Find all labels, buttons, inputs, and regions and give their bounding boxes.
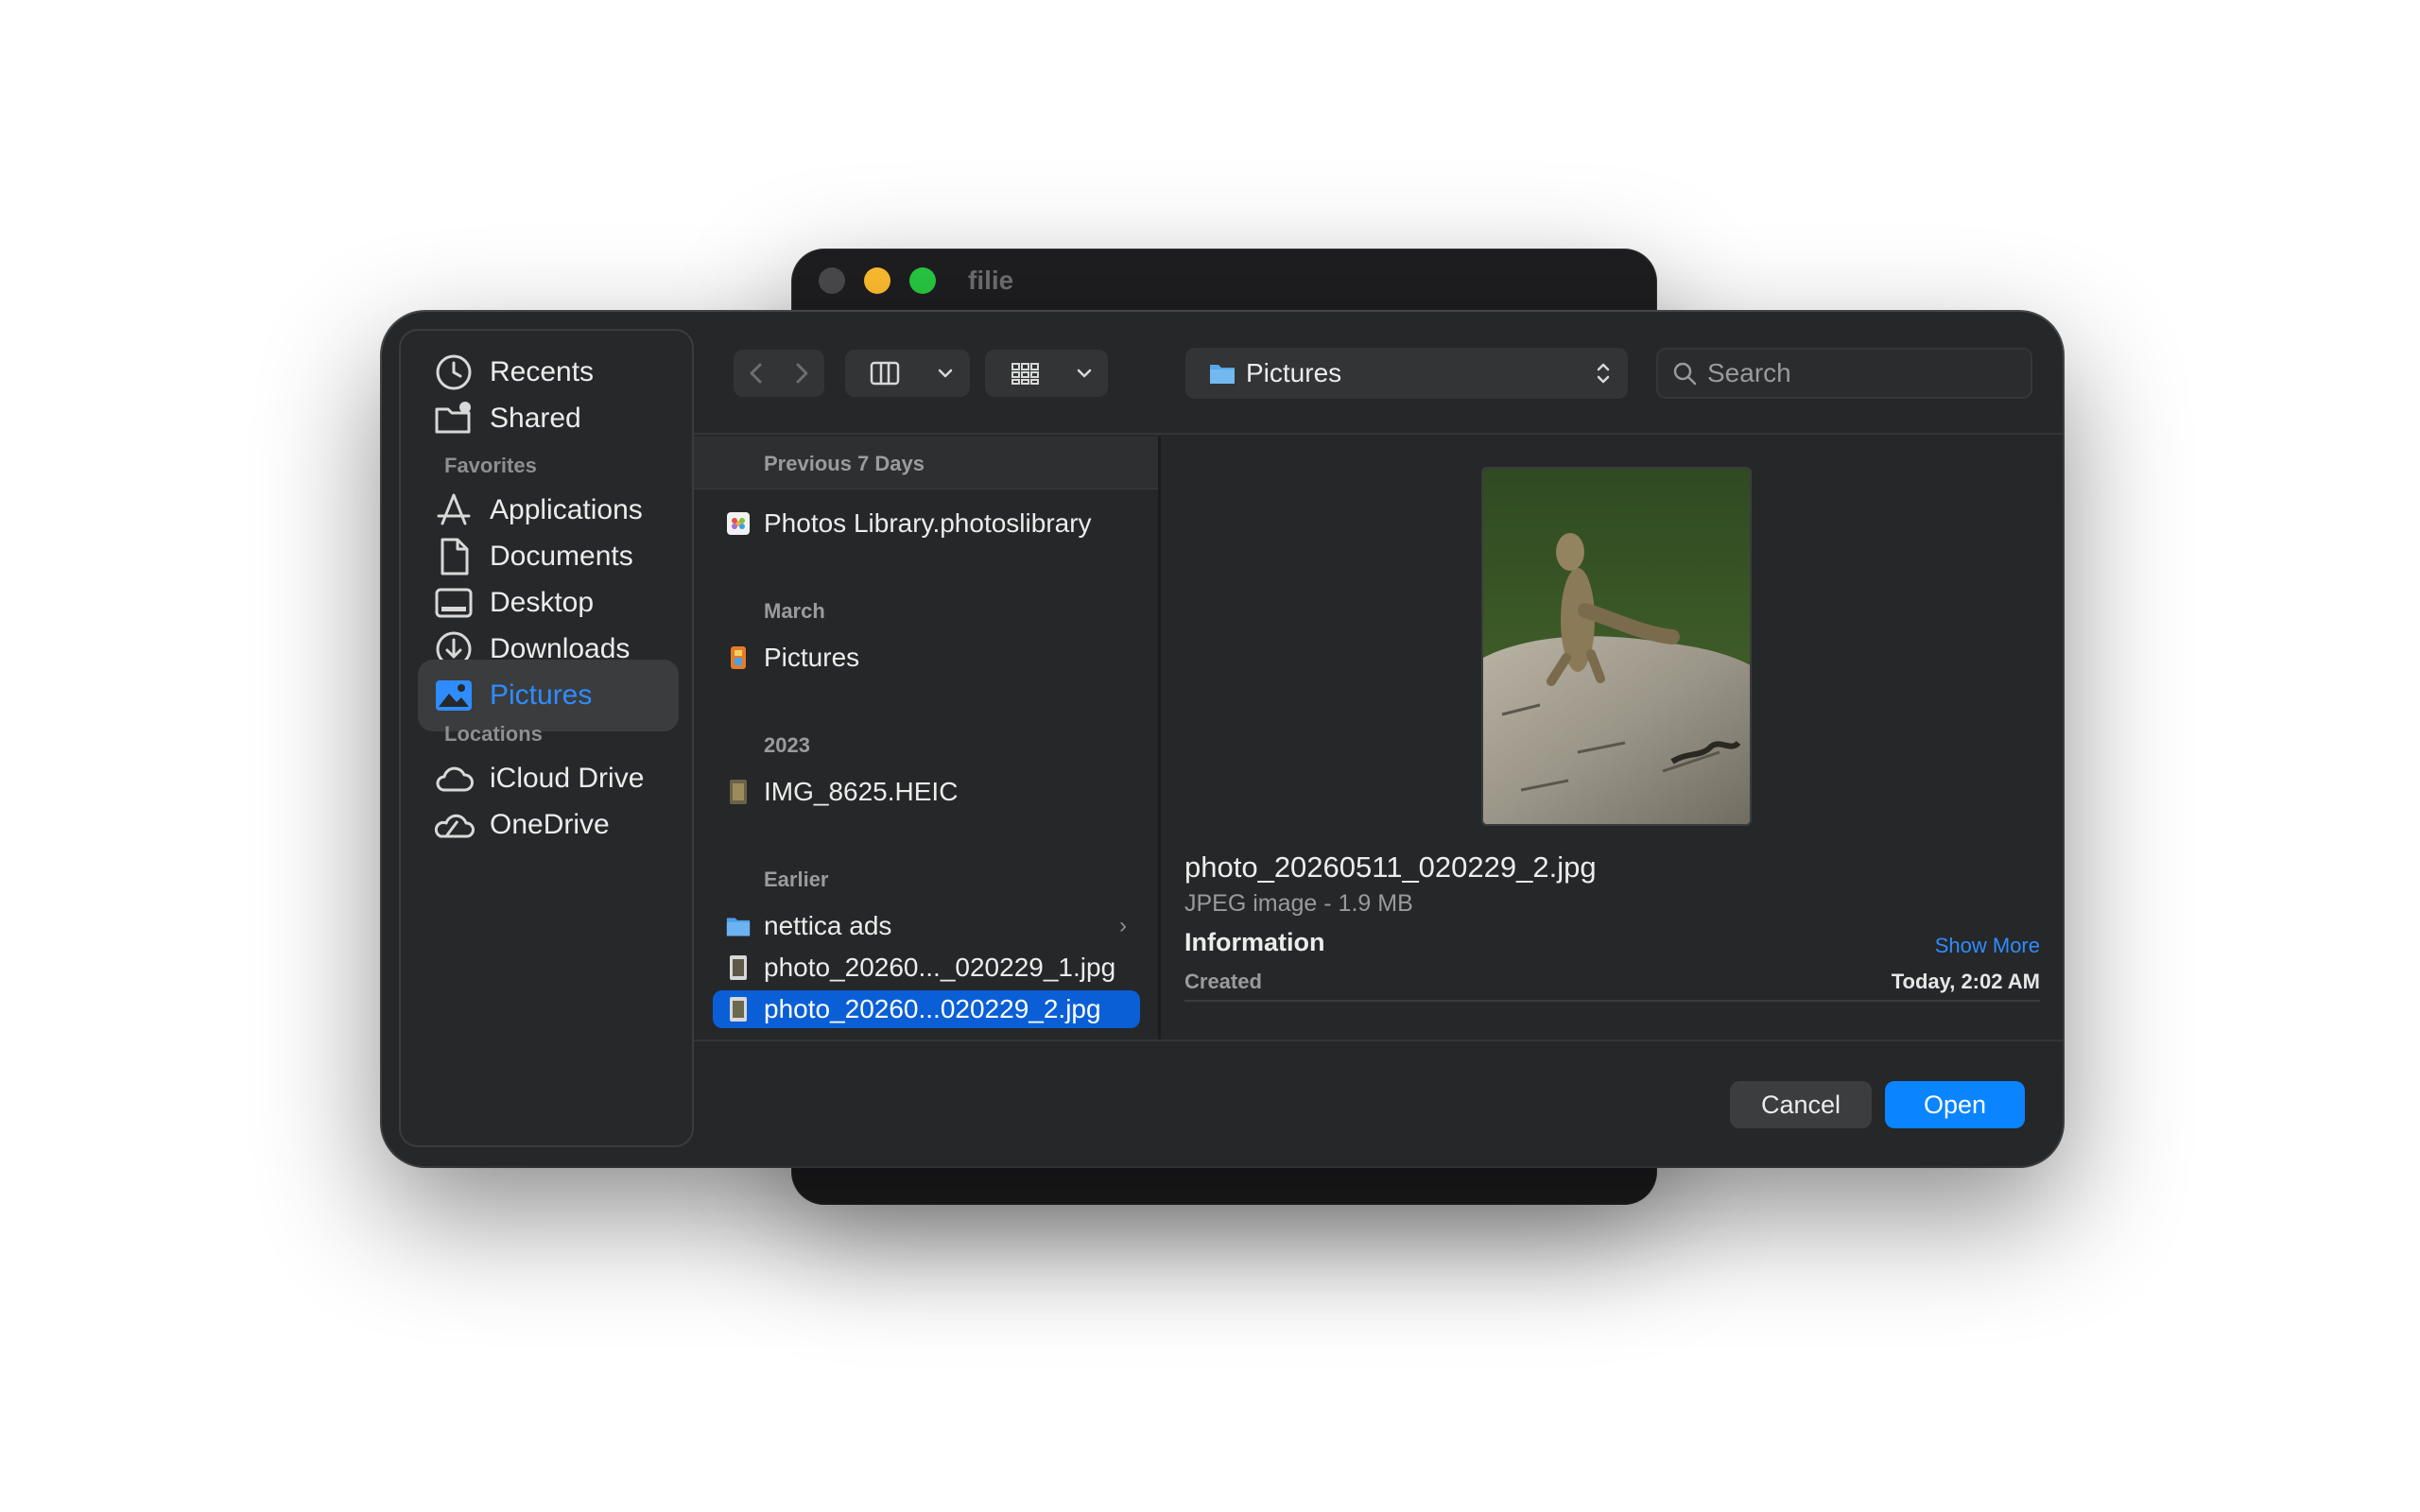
view-mode-control[interactable] — [845, 350, 970, 397]
created-value: Today, 2:02 AM — [1891, 970, 2040, 993]
section-header: 2023 — [764, 733, 810, 757]
preview-filename: photo_20260511_020229_2.jpg — [1184, 850, 1597, 884]
onedrive-icon — [434, 814, 475, 838]
chevron-left-icon — [750, 363, 762, 384]
list-item[interactable]: Pictures — [713, 639, 1140, 677]
sidebar-item-pictures[interactable]: Pictures — [418, 660, 679, 731]
chevron-right-icon — [796, 363, 808, 384]
folder-icon — [1210, 365, 1235, 384]
sidebar-item-label: OneDrive — [490, 809, 610, 840]
sidebar-item-label: Pictures — [490, 679, 593, 711]
list-item[interactable]: IMG_8625.HEIC — [713, 773, 1140, 811]
chevron-right-icon: › — [1119, 913, 1127, 938]
list-item-selected[interactable]: photo_20260...020229_2.jpg — [713, 990, 1140, 1028]
group-button[interactable] — [985, 350, 1064, 397]
information-header: Information — [1184, 928, 1325, 956]
created-label: Created — [1184, 970, 1262, 993]
forward-button[interactable] — [779, 350, 824, 397]
lizard-photo-image — [1483, 469, 1750, 824]
dialog-footer: Cancel Open — [694, 1040, 2063, 1166]
location-popup[interactable]: Pictures — [1185, 348, 1628, 399]
minimize-window-button[interactable] — [864, 267, 890, 294]
image-thumbnail — [1481, 467, 1752, 826]
column-view-button[interactable] — [845, 350, 925, 397]
file-list: Previous 7 Days Photos Library.photoslib… — [694, 437, 1161, 1040]
back-button[interactable] — [734, 350, 779, 397]
list-item[interactable]: photo_20260..._020229_1.jpg — [713, 949, 1140, 987]
search-placeholder: Search — [1707, 358, 1791, 387]
divider — [1184, 1000, 2040, 1002]
show-more-link[interactable]: Show More — [1935, 934, 2040, 958]
open-button[interactable]: Open — [1885, 1081, 2025, 1128]
list-item[interactable]: nettica ads › — [713, 907, 1140, 945]
search-icon — [1673, 362, 1697, 386]
toolbar: Pictures Search — [694, 312, 2063, 435]
image-file-icon — [730, 955, 747, 980]
sidebar-item-onedrive[interactable]: OneDrive — [418, 789, 679, 861]
background-titlebar: filie — [792, 249, 1656, 312]
window-title: filie — [968, 266, 1014, 295]
group-by-control[interactable] — [985, 350, 1108, 397]
browser-pane: Pictures Search Previous 7 Days Photos L… — [694, 312, 2063, 1166]
pictures-app-icon — [731, 646, 746, 669]
chevron-down-icon — [1077, 369, 1092, 378]
section-header: Previous 7 Days — [764, 452, 925, 475]
close-window-button[interactable] — [819, 267, 845, 294]
folder-icon — [726, 918, 751, 936]
preview-kind: JPEG image - 1.9 MB — [1184, 890, 1413, 917]
image-file-icon — [730, 780, 747, 804]
up-down-chevron-icon — [1597, 363, 1610, 384]
shared-folder-icon — [435, 402, 471, 434]
search-field[interactable]: Search — [1656, 348, 2032, 399]
sidebar-item-label: Shared — [490, 403, 581, 434]
chevron-down-icon — [938, 369, 953, 378]
sidebar-item-shared[interactable]: Shared — [418, 383, 679, 455]
open-file-dialog: Recents Shared Favorites Applications Do… — [382, 312, 2063, 1166]
cancel-button[interactable]: Cancel — [1730, 1081, 1872, 1128]
photos-library-icon — [727, 512, 750, 535]
pictures-icon — [436, 680, 472, 711]
location-label: Pictures — [1246, 358, 1342, 387]
section-header: March — [764, 599, 825, 623]
columns-icon — [870, 361, 900, 386]
view-mode-dropdown[interactable] — [925, 350, 966, 397]
list-item[interactable]: Photos Library.photoslibrary — [713, 505, 1140, 542]
preview-pane: photo_20260511_020229_2.jpg JPEG image -… — [1164, 437, 2063, 1040]
section-header: Earlier — [764, 868, 829, 891]
grid-icon — [1011, 363, 1039, 385]
group-dropdown[interactable] — [1064, 350, 1104, 397]
sidebar: Recents Shared Favorites Applications Do… — [399, 329, 694, 1147]
image-file-icon — [730, 997, 747, 1022]
zoom-window-button[interactable] — [909, 267, 936, 294]
nav-buttons — [734, 350, 824, 397]
